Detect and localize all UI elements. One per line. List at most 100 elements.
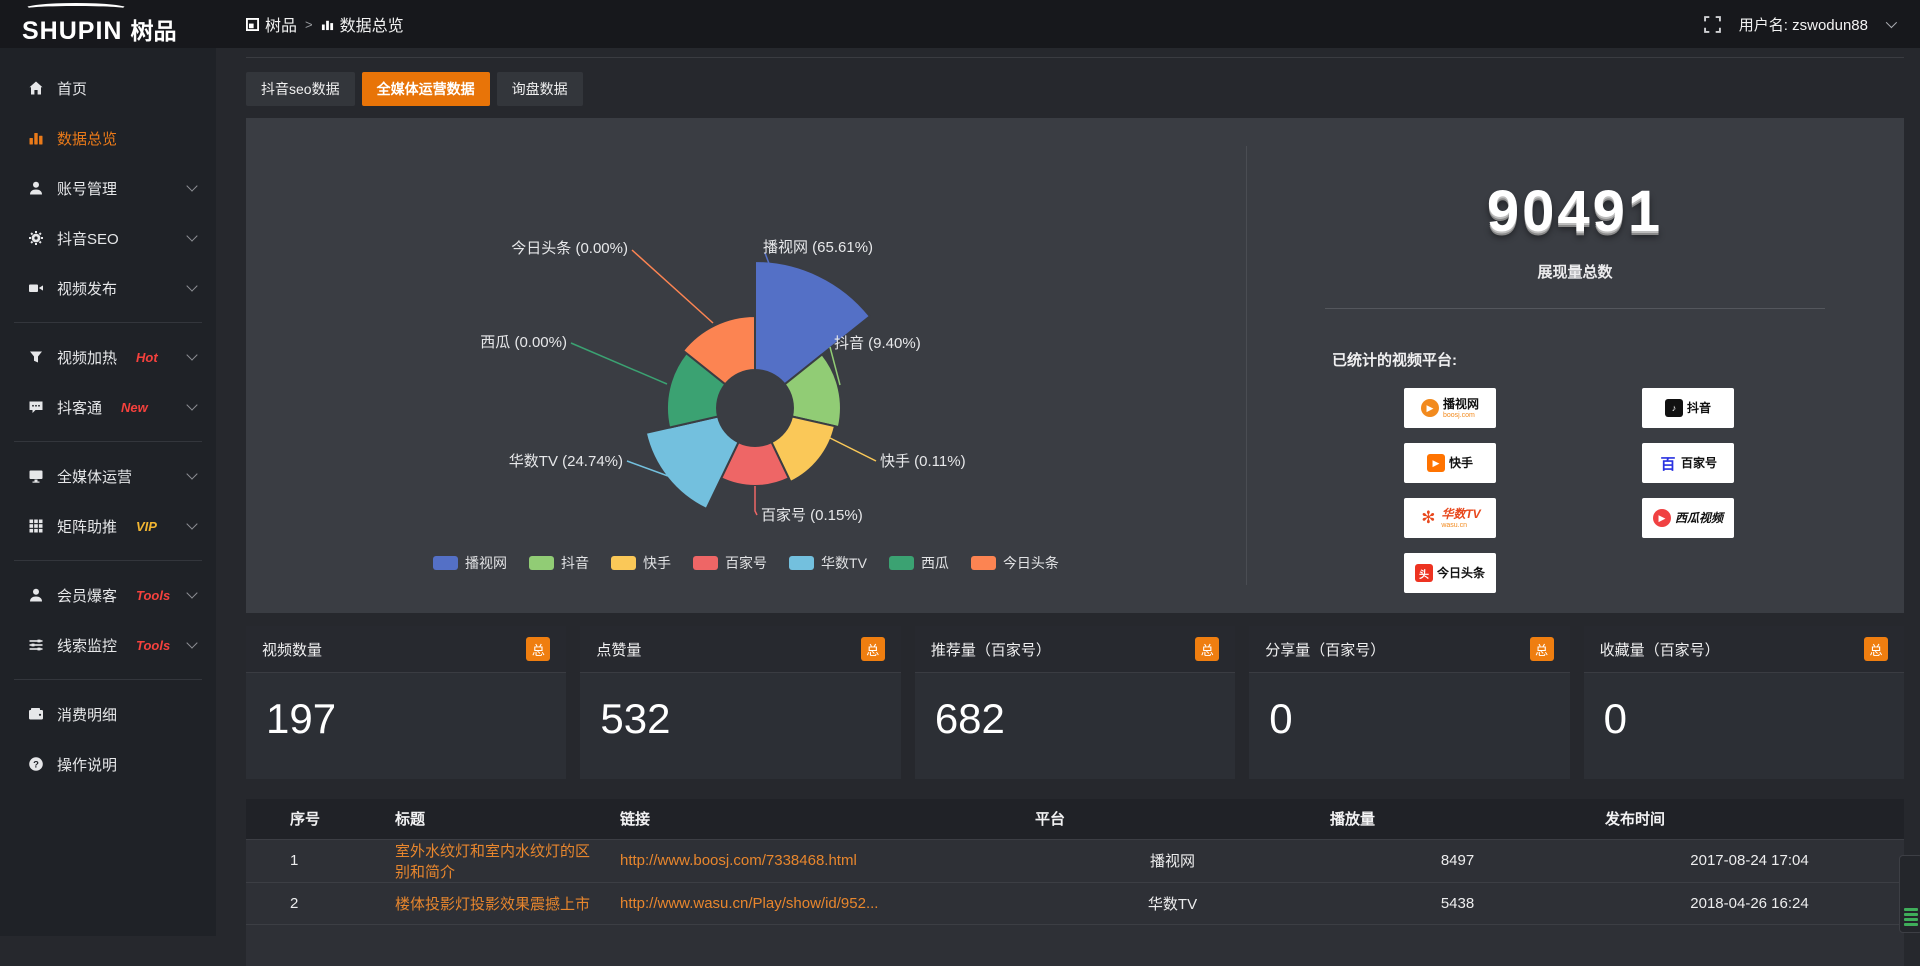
- legend-swatch: [789, 556, 814, 570]
- total-impressions-caption: 展现量总数: [1246, 261, 1904, 282]
- sidebar-divider: [14, 679, 202, 680]
- video-url-link[interactable]: http://www.boosj.com/7338468.html: [620, 852, 857, 869]
- total-badge: 总: [1195, 637, 1219, 661]
- video-title-link[interactable]: 楼体投影灯投影效果震撼上市: [395, 896, 590, 913]
- video-title-link[interactable]: 室外水纹灯和室内水纹灯的区别和简介: [395, 843, 590, 881]
- stat-card-value: 197: [246, 673, 566, 743]
- legend-label: 今日头条: [1003, 553, 1059, 573]
- chevron-down-icon: [186, 468, 197, 479]
- sidebar-item-13[interactable]: 线索监控Tools: [0, 620, 216, 670]
- column-header-2: 链接: [610, 799, 1025, 839]
- chevron-down-icon: [186, 349, 197, 360]
- legend-item-百家号[interactable]: 百家号: [693, 553, 767, 573]
- data-tabs: 抖音seo数据全媒体运营数据询盘数据: [246, 72, 1904, 106]
- total-badge: 总: [526, 637, 550, 661]
- legend-swatch: [693, 556, 718, 570]
- total-impressions-value: 90491: [1246, 178, 1904, 245]
- cell-time: 2018-04-26 16:24: [1595, 882, 1904, 924]
- sidebar-item-16[interactable]: ?操作说明: [0, 739, 216, 789]
- sidebar-divider: [14, 560, 202, 561]
- legend-swatch: [529, 556, 554, 570]
- legend-item-华数TV[interactable]: 华数TV: [789, 553, 867, 573]
- platform-domain: wasu.cn: [1441, 522, 1480, 529]
- summary-divider: [1325, 308, 1825, 309]
- column-header-4: 播放量: [1320, 799, 1595, 839]
- total-badge: 总: [1864, 637, 1888, 661]
- cell-platform: 华数TV: [1025, 882, 1320, 924]
- legend-item-西瓜[interactable]: 西瓜: [889, 553, 949, 573]
- legend-item-抖音[interactable]: 抖音: [529, 553, 589, 573]
- sidebar-item-2[interactable]: 账号管理: [0, 163, 216, 213]
- user-icon: [27, 180, 44, 197]
- user-menu-chevron-icon[interactable]: [1886, 17, 1897, 28]
- breadcrumb: 树品 > 数据总览: [246, 12, 404, 36]
- sidebar-item-tag: Hot: [136, 350, 158, 365]
- legend-item-快手[interactable]: 快手: [611, 553, 671, 573]
- monitor-icon: [27, 468, 44, 485]
- logo-text-en: SHUPIN: [22, 17, 122, 46]
- username[interactable]: 用户名: zswodun88: [1739, 14, 1868, 35]
- platform-badge-华数TV: ✻华数TVwasu.cn: [1404, 498, 1496, 538]
- platform-logo-icon: 头: [1415, 564, 1433, 582]
- rose-chart-section: 播视网 (65.61%)抖音 (9.40%)快手 (0.11%)百家号 (0.1…: [246, 118, 1246, 613]
- platform-logo-icon: ▶: [1427, 454, 1445, 472]
- sidebar-item-4[interactable]: 视频发布: [0, 263, 216, 313]
- pie-label-line: [755, 486, 757, 515]
- sidebar-item-15[interactable]: 消费明细: [0, 689, 216, 739]
- platform-name: 快手: [1449, 457, 1473, 469]
- sidebar-item-0[interactable]: 首页: [0, 63, 216, 113]
- stat-card-0: 视频数量总197: [246, 626, 566, 779]
- stat-card-value: 532: [580, 673, 900, 743]
- cell-plays: 5438: [1320, 882, 1595, 924]
- fullscreen-icon[interactable]: [1704, 16, 1721, 33]
- legend-item-播视网[interactable]: 播视网: [433, 553, 507, 573]
- stat-card-3: 分享量（百家号）总0: [1249, 626, 1569, 779]
- sidebar-item-label: 视频加热: [57, 347, 117, 368]
- platform-badge-快手: ▶ 快手: [1404, 443, 1496, 483]
- tab-2[interactable]: 询盘数据: [497, 72, 583, 106]
- sidebar-item-3[interactable]: 抖音SEO: [0, 213, 216, 263]
- total-badge: 总: [861, 637, 885, 661]
- pie-label: 西瓜 (0.00%): [480, 334, 567, 351]
- breadcrumb-current[interactable]: 数据总览: [321, 12, 404, 36]
- total-badge: 总: [1530, 637, 1554, 661]
- breadcrumb-home[interactable]: 树品: [246, 12, 297, 36]
- platform-badge-播视网: ▶播视网boosj.com: [1404, 388, 1496, 428]
- user-icon: [27, 587, 44, 604]
- sidebar-item-1[interactable]: 数据总览: [0, 113, 216, 163]
- legend-item-今日头条[interactable]: 今日头条: [971, 553, 1059, 573]
- sidebar-item-7[interactable]: 抖客通New: [0, 382, 216, 432]
- chevron-down-icon: [186, 518, 197, 529]
- sidebar-item-label: 线索监控: [57, 635, 117, 656]
- legend-label: 抖音: [561, 553, 589, 573]
- sidebar-item-10[interactable]: 矩阵助推VIP: [0, 501, 216, 551]
- overview-panel: 播视网 (65.61%)抖音 (9.40%)快手 (0.11%)百家号 (0.1…: [246, 118, 1904, 613]
- cell-plays: 8497: [1320, 839, 1595, 882]
- pie-slice-华数TV[interactable]: [646, 417, 739, 509]
- floating-tool-widget[interactable]: [1899, 855, 1920, 933]
- sidebar-item-label: 会员爆客: [57, 585, 117, 606]
- stat-card-value: 0: [1584, 673, 1904, 743]
- sidebar-item-12[interactable]: 会员爆客Tools: [0, 570, 216, 620]
- table-row-1: 2楼体投影灯投影效果震撼上市http://www.wasu.cn/Play/sh…: [246, 882, 1904, 924]
- platform-name: 百家号: [1681, 457, 1717, 469]
- sidebar-item-6[interactable]: 视频加热 Hot: [0, 332, 216, 382]
- stat-card-title: 推荐量（百家号）: [931, 639, 1051, 660]
- sidebar-divider: [14, 441, 202, 442]
- tab-0[interactable]: 抖音seo数据: [246, 72, 355, 106]
- platform-badge-抖音: ♪抖音: [1642, 388, 1734, 428]
- platform-badge-今日头条: 头今日头条: [1404, 553, 1496, 593]
- legend-swatch: [433, 556, 458, 570]
- video-url-link[interactable]: http://www.wasu.cn/Play/show/id/952...: [620, 895, 878, 912]
- platform-logo-icon: ✻: [1419, 509, 1437, 527]
- rose-pie-chart: 播视网 (65.61%)抖音 (9.40%)快手 (0.11%)百家号 (0.1…: [246, 118, 1246, 573]
- stat-card-4: 收藏量（百家号）总0: [1584, 626, 1904, 779]
- sidebar: 首页数据总览账号管理抖音SEO视频发布视频加热 Hot 抖客通New 全媒体运营矩阵助…: [0, 48, 216, 936]
- platform-logo-icon: ♪: [1665, 399, 1683, 417]
- platform-name: 今日头条: [1437, 567, 1485, 579]
- tab-1[interactable]: 全媒体运营数据: [362, 72, 490, 106]
- sidebar-item-label: 账号管理: [57, 178, 117, 199]
- sidebar-item-9[interactable]: 全媒体运营: [0, 451, 216, 501]
- sidebar-item-label: 全媒体运营: [57, 466, 132, 487]
- stat-card-1: 点赞量总532: [580, 626, 900, 779]
